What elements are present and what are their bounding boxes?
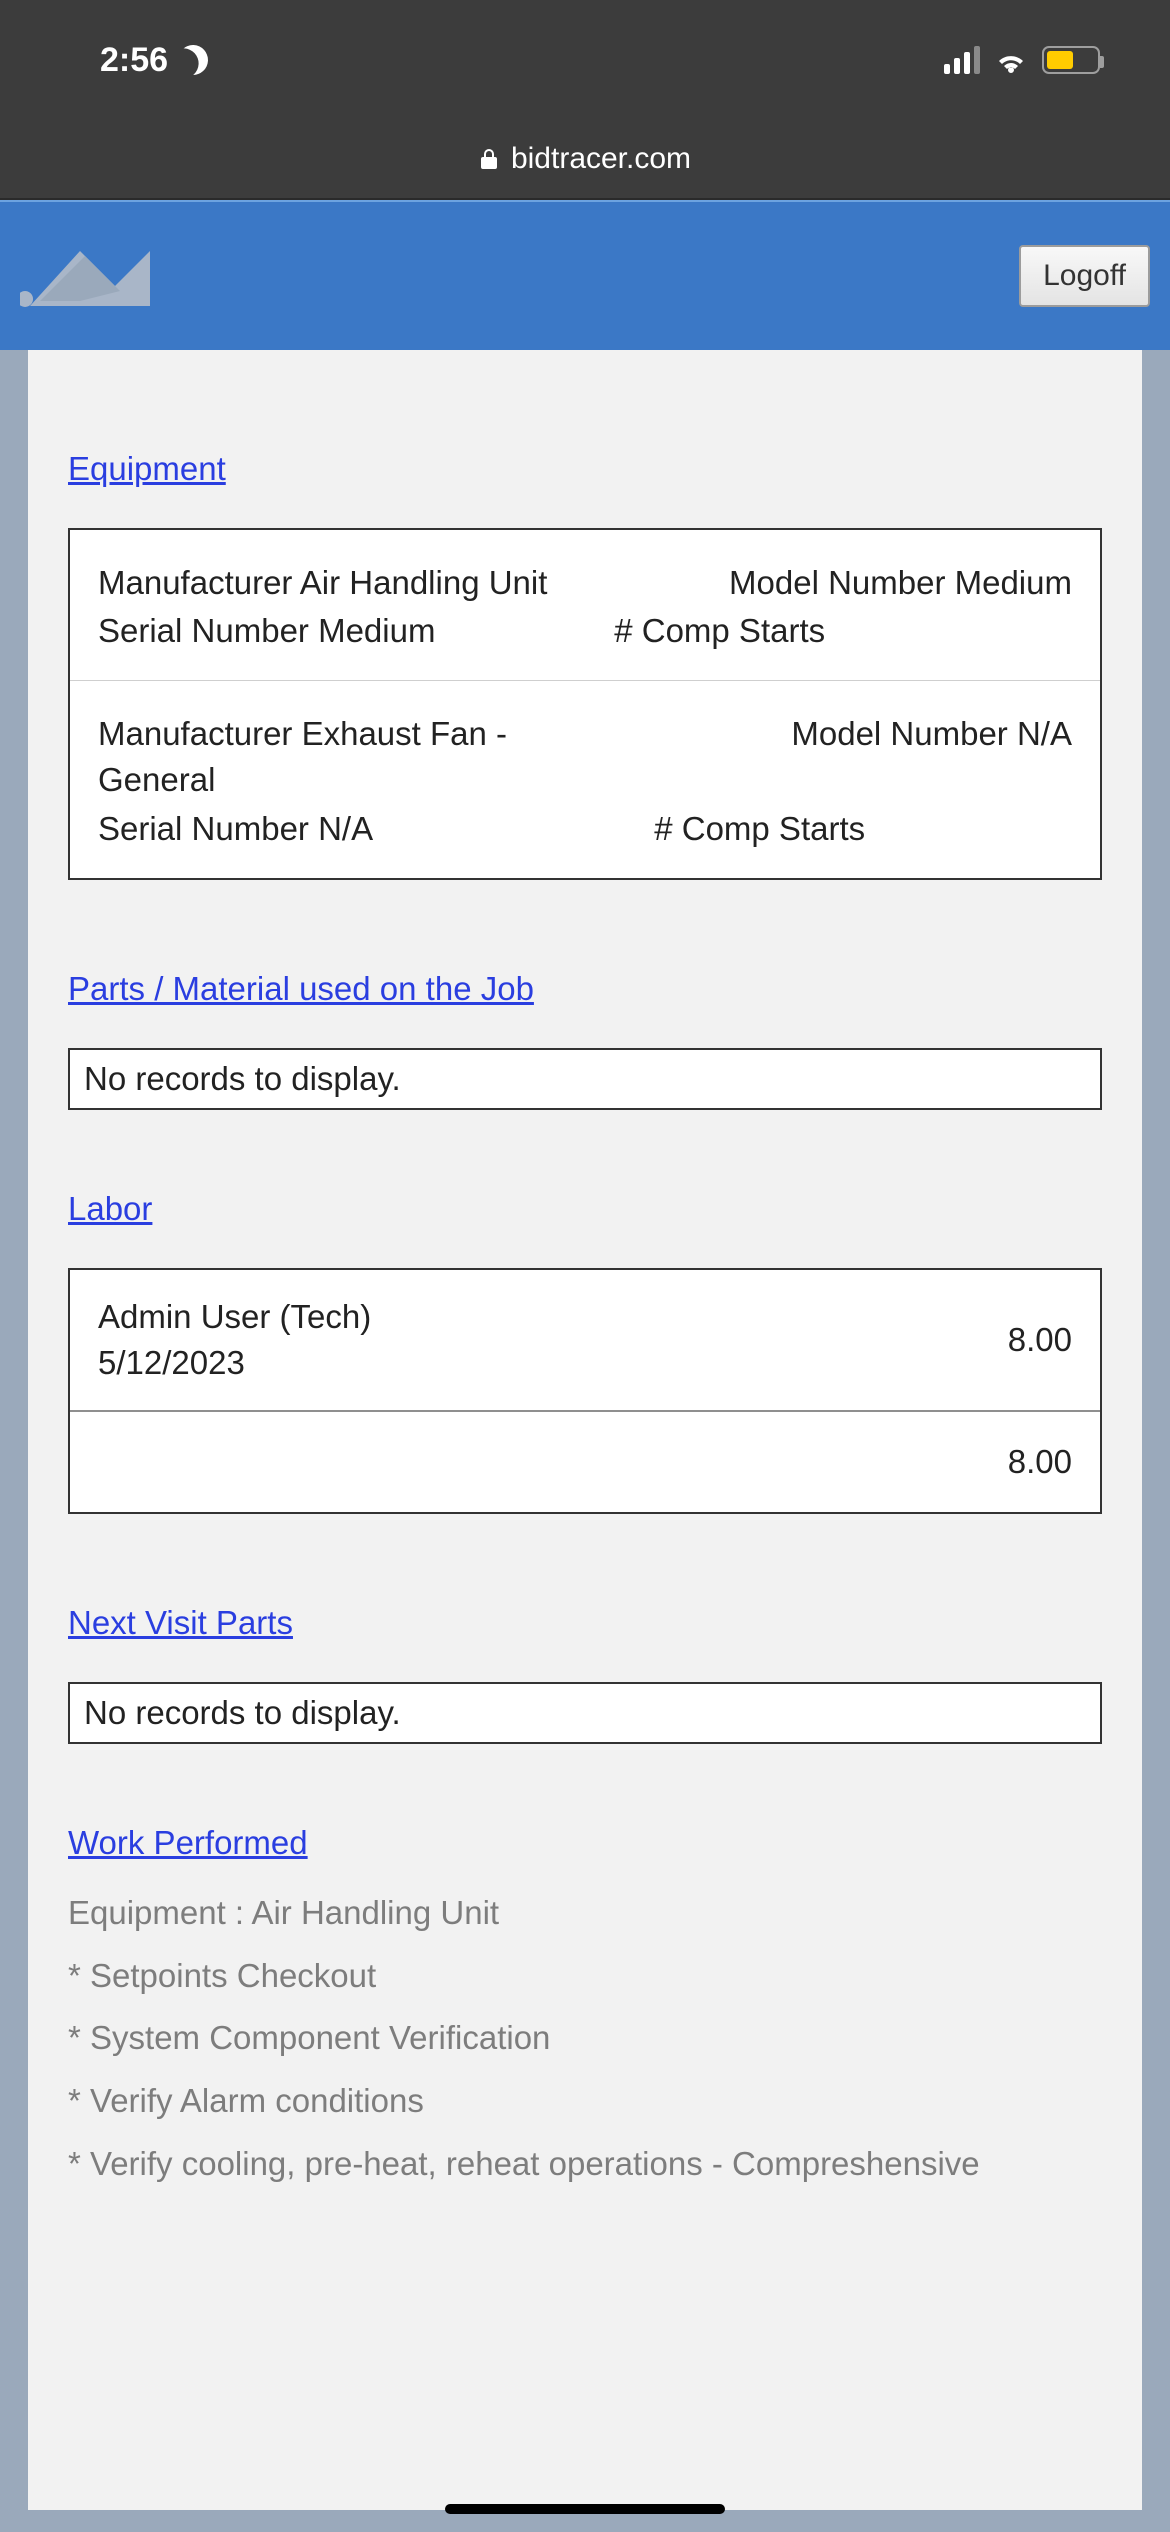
value-manufacturer: Air Handling Unit <box>300 564 548 601</box>
equipment-table: Manufacturer Air Handling Unit Model Num… <box>68 528 1102 880</box>
work-performed-section-link[interactable]: Work Performed <box>68 1824 308 1862</box>
equipment-model: Model Number N/A <box>614 711 1072 803</box>
browser-domain: bidtracer.com <box>511 142 691 176</box>
labor-table: Admin User (Tech) 5/12/2023 8.00 8.00 <box>68 1268 1102 1514</box>
next-visit-table: No records to display. <box>68 1682 1102 1744</box>
ios-status-bar: 2:56 <box>0 0 1170 120</box>
next-visit-section-link[interactable]: Next Visit Parts <box>68 1604 293 1642</box>
value-model: Medium <box>955 564 1072 601</box>
browser-url-bar[interactable]: bidtracer.com <box>0 120 1170 200</box>
equipment-comp-starts: # Comp Starts <box>614 810 1072 848</box>
parts-empty-text: No records to display. <box>84 1060 401 1097</box>
label-serial: Serial Number <box>98 612 318 649</box>
cellular-signal-icon <box>944 46 980 74</box>
work-performed-task: * System Component Verification <box>68 2007 1102 2070</box>
label-model: Model Number <box>729 564 955 601</box>
equipment-serial: Serial Number Medium <box>98 612 614 650</box>
work-performed-block: Equipment : Air Handling Unit * Setpoint… <box>68 1882 1102 2195</box>
label-manufacturer: Manufacturer <box>98 715 302 752</box>
work-performed-task: * Setpoints Checkout <box>68 1945 1102 2008</box>
label-model: Model Number <box>791 715 1017 752</box>
labor-section-link[interactable]: Labor <box>68 1190 152 1228</box>
equipment-section-link[interactable]: Equipment <box>68 450 226 488</box>
value-model: N/A <box>1017 715 1072 752</box>
labor-user-cell: Admin User (Tech) 5/12/2023 <box>98 1294 932 1386</box>
labor-row: Admin User (Tech) 5/12/2023 8.00 <box>70 1270 1100 1412</box>
content-frame: Equipment Manufacturer Air Handling Unit… <box>28 350 1142 2510</box>
labor-user-name: Admin User (Tech) <box>98 1294 932 1340</box>
app-logo-icon <box>20 226 160 326</box>
label-comp-starts: # Comp Starts <box>654 810 865 847</box>
equipment-row: Manufacturer Air Handling Unit Model Num… <box>70 530 1100 681</box>
label-manufacturer: Manufacturer <box>98 564 300 601</box>
parts-section-link[interactable]: Parts / Material used on the Job <box>68 970 534 1008</box>
app-header: Logoff <box>0 200 1170 350</box>
labor-date: 5/12/2023 <box>98 1340 932 1386</box>
logoff-button[interactable]: Logoff <box>1019 245 1150 307</box>
equipment-manufacturer: Manufacturer Exhaust Fan - General <box>98 711 614 803</box>
equipment-comp-starts: # Comp Starts <box>614 612 1072 650</box>
work-performed-task: * Verify cooling, pre-heat, reheat opera… <box>68 2133 1102 2196</box>
status-right <box>944 46 1100 74</box>
status-left: 2:56 <box>100 41 208 80</box>
battery-icon <box>1042 46 1100 74</box>
parts-table: No records to display. <box>68 1048 1102 1110</box>
equipment-serial: Serial Number N/A <box>98 810 614 848</box>
status-time: 2:56 <box>100 41 168 80</box>
labor-total-row: 8.00 <box>70 1412 1100 1512</box>
labor-hours: 8.00 <box>932 1321 1072 1359</box>
value-serial: N/A <box>318 810 373 847</box>
home-indicator[interactable] <box>445 2504 725 2514</box>
equipment-row: Manufacturer Exhaust Fan - General Model… <box>70 681 1100 877</box>
next-visit-empty-text: No records to display. <box>84 1694 401 1731</box>
label-serial: Serial Number <box>98 810 318 847</box>
work-performed-task: * Verify Alarm conditions <box>68 2070 1102 2133</box>
lock-icon <box>479 147 499 171</box>
equipment-model: Model Number Medium <box>614 560 1072 606</box>
value-serial: Medium <box>318 612 435 649</box>
label-comp-starts: # Comp Starts <box>614 612 825 649</box>
do-not-disturb-icon <box>174 41 212 79</box>
work-performed-equipment: Equipment : Air Handling Unit <box>68 1882 1102 1945</box>
wifi-icon <box>994 47 1028 73</box>
labor-total-hours: 8.00 <box>932 1443 1072 1481</box>
equipment-manufacturer: Manufacturer Air Handling Unit <box>98 560 614 606</box>
